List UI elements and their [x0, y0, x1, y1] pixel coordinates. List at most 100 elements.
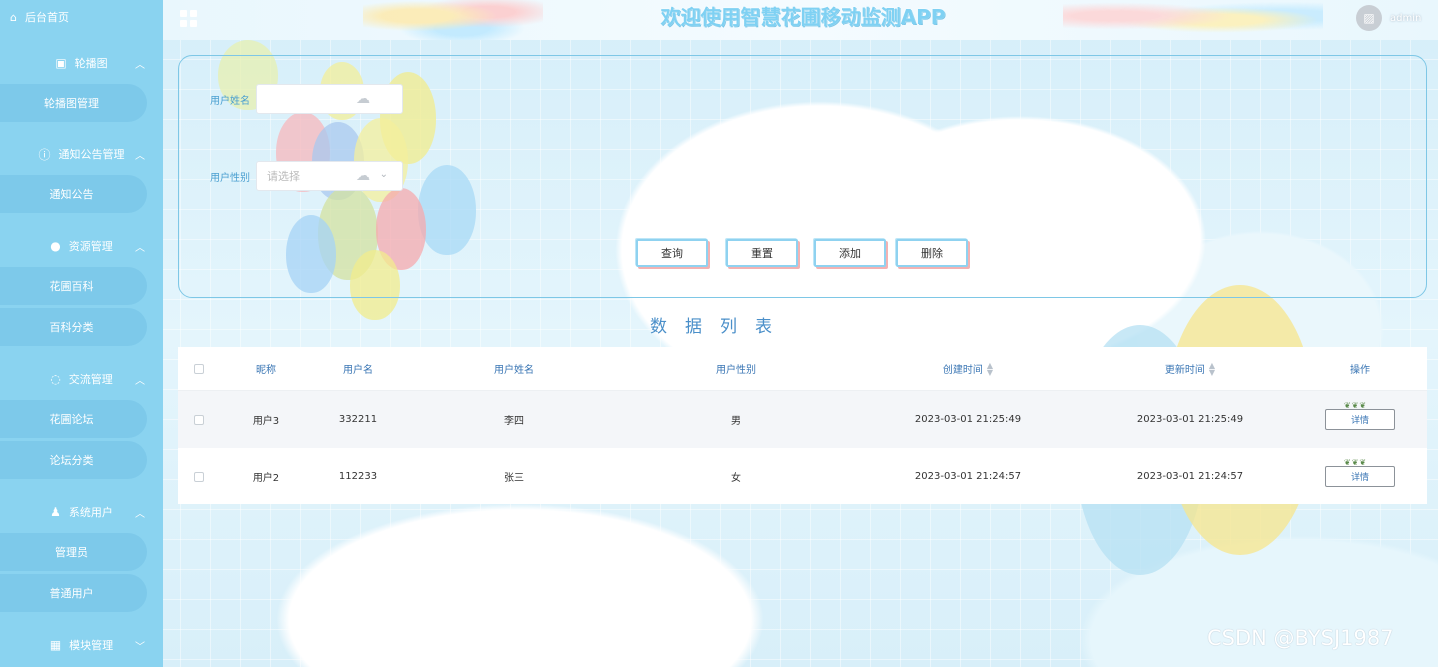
column-header-sortable[interactable]: 更新时间 ▲ ▼ — [1120, 347, 1260, 390]
sidebar-home[interactable]: ⌂ 后台首页 — [0, 0, 163, 34]
sidebar-item-normal-user[interactable]: 普通用户 — [0, 574, 147, 612]
cell-realname: 李四 — [504, 416, 524, 427]
table-row: 用户2 112233 张三 女 2023-03-01 21:24:57 2023… — [178, 448, 1427, 505]
cell-realname: 张三 — [504, 473, 524, 484]
chevron-up-icon: ︿ — [135, 508, 145, 520]
detail-button-label: 详情 — [1350, 416, 1369, 426]
username-label: 用户姓名 — [210, 96, 250, 107]
chevron-up-icon: ︿ — [135, 375, 145, 387]
sidebar-group-modules[interactable]: ▦ 模块管理 ﹀ — [0, 632, 163, 658]
sidebar-item-carousel-manage[interactable]: 轮播图管理 — [0, 84, 147, 122]
cell-created: 2023-03-01 21:24:57 — [914, 471, 1022, 482]
column-header: 昵称 — [256, 365, 276, 376]
sidebar-item-encyclopedia-category[interactable]: 百科分类 — [0, 308, 147, 346]
gender-select[interactable]: 请选择 ☁ ⌄ — [256, 161, 403, 191]
sort-icon: ▲ ▼ — [1208, 360, 1216, 377]
column-header-label: 创建时间 — [942, 365, 983, 376]
image-icon: ▣ — [55, 56, 67, 70]
add-button[interactable]: 添加 — [814, 239, 886, 267]
app-title: 欢迎使用智慧花圃移动监测APP — [660, 5, 946, 29]
column-header-sortable[interactable]: 创建时间 ▲ ▼ — [898, 347, 1038, 390]
grid-icon: ▦ — [49, 638, 62, 652]
sidebar: ⌂ 后台首页 ▣ 轮播图 ︿ 轮播图管理 ⓘ 通知公告管理 ︿ 通知公告 ● 资… — [0, 0, 163, 667]
detail-button-label: 详情 — [1350, 473, 1369, 483]
sidebar-item-forum[interactable]: 花圃论坛 — [0, 400, 147, 438]
sidebar-item-label: 普通用户 — [49, 587, 94, 600]
sidebar-group-resources[interactable]: ● 资源管理 ︿ — [0, 233, 163, 259]
delete-button[interactable]: 删除 — [896, 239, 968, 267]
cell-created: 2023-03-01 21:25:49 — [914, 414, 1022, 425]
gender-label: 用户性别 — [210, 173, 250, 184]
sidebar-group-forum[interactable]: ◌ 交流管理 ︿ — [0, 366, 163, 392]
chevron-up-icon: ︿ — [135, 59, 145, 71]
cell-username: 112233 — [338, 471, 378, 482]
data-table: 昵称 用户名 用户姓名 用户性别 创建时间 ▲ ▼ 更新时间 ▲ ▼ 操作 用户3 … — [178, 347, 1427, 504]
cloud-icon: ☁ — [356, 91, 370, 107]
sidebar-group-label: 交流管理 — [68, 373, 113, 386]
sidebar-item-label: 百科分类 — [49, 321, 94, 334]
sidebar-group-notice[interactable]: ⓘ 通知公告管理 ︿ — [0, 141, 163, 167]
cell-gender: 男 — [731, 416, 741, 427]
sidebar-item-label: 通知公告 — [49, 188, 94, 201]
sidebar-item-encyclopedia[interactable]: 花圃百科 — [0, 267, 147, 305]
column-header: 用户姓名 — [494, 365, 534, 376]
sidebar-group-carousel[interactable]: ▣ 轮播图 ︿ — [0, 50, 163, 76]
gender-placeholder: 请选择 — [267, 170, 300, 183]
sidebar-group-label: 轮播图 — [74, 57, 108, 70]
select-all-checkbox[interactable] — [192, 347, 206, 390]
chevron-down-icon: ﹀ — [135, 641, 145, 653]
location-icon: ● — [50, 239, 61, 253]
cell-action: ❦❦❦ 详情 — [1320, 391, 1400, 448]
row-checkbox[interactable] — [192, 391, 206, 448]
sidebar-group-label: 系统用户 — [68, 506, 113, 519]
user-icon: ♟ — [50, 505, 61, 519]
sort-icon: ▲ ▼ — [986, 360, 994, 377]
leaf-icon: ❦❦❦ — [1344, 458, 1368, 467]
row-checkbox[interactable] — [192, 448, 206, 505]
cell-username: 332211 — [338, 414, 378, 425]
cell-updated: 2023-03-01 21:24:57 — [1136, 471, 1244, 482]
table-header: 昵称 用户名 用户姓名 用户性别 创建时间 ▲ ▼ 更新时间 ▲ ▼ 操作 — [178, 347, 1427, 391]
leaf-icon: ❦❦❦ — [1344, 401, 1368, 410]
paint-splash-decoration — [1063, 0, 1323, 40]
sidebar-item-label: 花圃百科 — [49, 280, 94, 293]
sidebar-item-label: 轮播图管理 — [44, 97, 99, 110]
sidebar-group-label: 模块管理 — [69, 639, 114, 652]
sidebar-item-label: 论坛分类 — [49, 454, 94, 467]
query-button[interactable]: 查询 — [636, 239, 708, 267]
column-header-label: 更新时间 — [1164, 365, 1205, 376]
column-header: 用户名 — [343, 365, 373, 376]
list-title: 数据列表 — [650, 317, 790, 337]
detail-button[interactable]: ❦❦❦ 详情 — [1325, 401, 1395, 430]
user-menu[interactable]: ▨ admin — [1356, 4, 1421, 32]
detail-button[interactable]: ❦❦❦ 详情 — [1325, 458, 1395, 487]
cloud-icon: ☁ — [356, 168, 370, 184]
column-header: 操作 — [1350, 365, 1370, 376]
sidebar-item-notice[interactable]: 通知公告 — [0, 175, 147, 213]
sidebar-group-label: 资源管理 — [68, 240, 113, 253]
chevron-up-icon: ︿ — [135, 242, 145, 254]
cell-nickname: 用户2 — [252, 473, 280, 484]
cell-updated: 2023-03-01 21:25:49 — [1136, 414, 1244, 425]
username-input[interactable]: ☁ — [256, 84, 403, 114]
cell-nickname: 用户3 — [252, 416, 280, 427]
chevron-up-icon: ︿ — [135, 150, 145, 162]
table-row: 用户3 332211 李四 男 2023-03-01 21:25:49 2023… — [178, 391, 1427, 448]
cell-action: ❦❦❦ 详情 — [1320, 448, 1400, 505]
reset-button[interactable]: 重置 — [726, 239, 798, 267]
watermark: CSDN @BYSJ1987 — [1207, 626, 1394, 650]
sidebar-item-label: 花圃论坛 — [49, 413, 94, 426]
sidebar-group-users[interactable]: ♟ 系统用户 ︿ — [0, 499, 163, 525]
info-icon: ⓘ — [38, 147, 51, 162]
avatar: ▨ — [1356, 5, 1382, 31]
cell-gender: 女 — [731, 473, 741, 484]
sidebar-item-label: 管理员 — [55, 546, 88, 559]
menu-toggle-icon[interactable] — [180, 10, 198, 28]
user-name: admin — [1390, 12, 1422, 24]
paint-splash-decoration — [363, 0, 543, 40]
chat-icon: ◌ — [50, 372, 61, 386]
sidebar-home-label: 后台首页 — [24, 11, 69, 24]
sidebar-item-forum-category[interactable]: 论坛分类 — [0, 441, 147, 479]
chevron-down-icon: ⌄ — [379, 169, 388, 180]
sidebar-item-admin[interactable]: 管理员 — [0, 533, 147, 571]
